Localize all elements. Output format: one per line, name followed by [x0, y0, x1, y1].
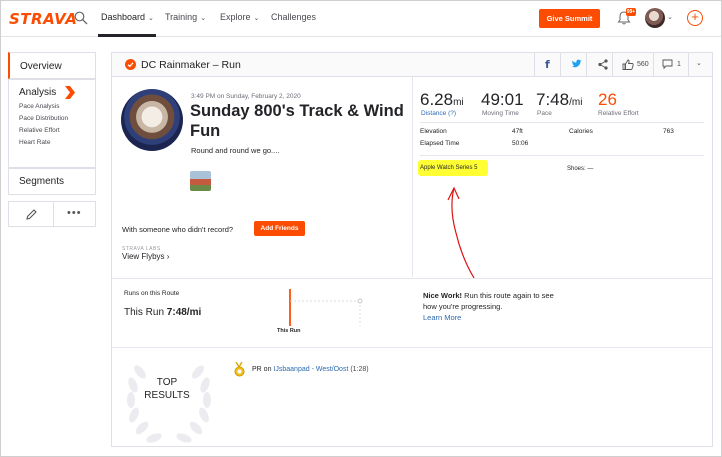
- thumbs-up-icon[interactable]: [622, 59, 634, 70]
- chevron-right-icon: [65, 86, 75, 99]
- activity-sidebar: Overview Analysis Pace Analysis Pace Dis…: [8, 52, 96, 227]
- divider: [688, 53, 689, 76]
- facebook-icon[interactable]: f: [545, 58, 550, 71]
- strava-logo[interactable]: STRAVA: [9, 10, 77, 28]
- divider: [112, 278, 712, 279]
- divider: [412, 77, 413, 277]
- elevation-value: 47ft: [512, 128, 523, 135]
- view-flybys-link[interactable]: View Flybys ›: [122, 252, 169, 261]
- this-run-pace: This Run 7:48/mi: [124, 307, 202, 318]
- activity-date: 3:49 PM on Sunday, February 2, 2020: [191, 93, 301, 100]
- sidebar-item-heart-rate[interactable]: Heart Rate: [19, 139, 95, 146]
- stat-moving-time-value: 49:01: [481, 90, 524, 109]
- nav-challenges[interactable]: Challenges: [271, 12, 316, 22]
- sidebar-item-overview[interactable]: Overview: [8, 52, 96, 79]
- shoes-info: Shoes: —: [567, 166, 594, 172]
- chevron-down-icon[interactable]: ⌄: [696, 59, 702, 67]
- activity-title: Sunday 800's Track & Wind Fun: [190, 102, 404, 140]
- notification-badge: 99+: [626, 8, 636, 16]
- sidebar-item-analysis[interactable]: Analysis: [19, 87, 95, 98]
- sidebar-item-pace-distribution[interactable]: Pace Distribution: [19, 115, 95, 122]
- divider: [420, 122, 704, 123]
- kudos-count[interactable]: 560: [637, 61, 649, 68]
- elevation-label: Elevation: [420, 128, 447, 135]
- nice-work-message: Nice Work! Run this route again to see h…: [423, 291, 554, 311]
- segment-link[interactable]: IJsbaanpad - West/Oost: [273, 366, 348, 373]
- stat-distance-label[interactable]: Distance (?): [421, 110, 456, 117]
- elapsed-time-value: 50:06: [512, 140, 529, 147]
- search-icon[interactable]: [74, 11, 88, 25]
- learn-more-link[interactable]: Learn More: [423, 313, 461, 322]
- divider: [112, 347, 712, 348]
- nav-active-indicator: [98, 34, 156, 37]
- divider: [53, 202, 54, 226]
- pr-result: PR on IJsbaanpad - West/Oost (1:28): [252, 366, 369, 373]
- athlete-avatar[interactable]: [121, 89, 183, 151]
- calories-value: 763: [663, 128, 674, 135]
- stat-distance-value: 6.28mi: [420, 90, 464, 109]
- red-annotation-arrow: [447, 186, 475, 279]
- stat-pace-label: Pace: [537, 110, 552, 117]
- sidebar-actions: •••: [8, 201, 96, 227]
- divider: [560, 53, 561, 76]
- share-icon[interactable]: [598, 59, 608, 70]
- stat-moving-time-label: Moving Time: [482, 110, 519, 117]
- with-someone-text: With someone who didn't record?: [122, 225, 234, 234]
- page-title: DC Rainmaker – Run: [141, 59, 241, 71]
- chevron-right-icon: ›: [166, 252, 170, 261]
- divider: [612, 53, 613, 76]
- twitter-icon[interactable]: [571, 59, 582, 69]
- give-summit-button[interactable]: Give Summit: [539, 9, 600, 28]
- nav-explore[interactable]: Explore ⌄: [220, 12, 259, 22]
- avatar[interactable]: [645, 8, 665, 28]
- comment-count[interactable]: 1: [677, 61, 681, 68]
- elapsed-time-label: Elapsed Time: [420, 140, 460, 147]
- stat-relative-effort-value: 26: [598, 90, 617, 109]
- device-name: Apple Watch Series 5: [418, 160, 488, 176]
- nav-dashboard[interactable]: Dashboard ⌄: [101, 12, 154, 22]
- chevron-down-icon[interactable]: ⌄: [667, 13, 673, 21]
- add-friends-button[interactable]: Add Friends: [254, 221, 305, 236]
- stat-relative-effort-label: Relative Effort: [598, 110, 639, 117]
- pencil-icon[interactable]: [25, 208, 38, 221]
- this-run-tick-label: This Run: [277, 328, 301, 334]
- nav-training[interactable]: Training ⌄: [165, 12, 206, 22]
- activity-card: DC Rainmaker – Run f 560 1 ⌄ 3:49 PM on …: [111, 52, 713, 447]
- top-results-title: TOP RESULTS: [144, 377, 190, 401]
- top-nav: STRAVA Dashboard ⌄ Training ⌄ Explore ⌄ Cha…: [1, 1, 721, 37]
- sidebar-item-pace-analysis[interactable]: Pace Analysis: [19, 103, 95, 110]
- stat-pace-value: 7:48/mi: [536, 90, 583, 109]
- activity-header: DC Rainmaker – Run f 560 1 ⌄: [112, 53, 712, 77]
- comment-icon[interactable]: [662, 59, 673, 69]
- activity-photo-thumbnail[interactable]: [190, 171, 211, 191]
- sidebar-section-analysis: Analysis Pace Analysis Pace Distribution…: [8, 79, 96, 168]
- sidebar-item-segments[interactable]: Segments: [8, 168, 96, 195]
- divider: [586, 53, 587, 76]
- divider: [653, 53, 654, 76]
- chevron-down-icon: ⌄: [148, 15, 154, 22]
- sidebar-item-relative-effort[interactable]: Relative Effort: [19, 127, 95, 134]
- calories-label: Calories: [569, 128, 593, 135]
- activity-description: Round and round we go....: [191, 146, 280, 155]
- divider: [534, 53, 535, 76]
- divider: [420, 155, 704, 156]
- runs-on-route-label: Runs on this Route: [124, 290, 180, 297]
- pr-medal-icon: [234, 362, 245, 377]
- add-activity-icon[interactable]: +: [687, 10, 703, 26]
- run-badge-icon: [125, 59, 136, 70]
- chevron-down-icon: ⌄: [200, 15, 207, 22]
- more-options-icon[interactable]: •••: [67, 207, 82, 219]
- chevron-down-icon: ⌄: [253, 15, 260, 22]
